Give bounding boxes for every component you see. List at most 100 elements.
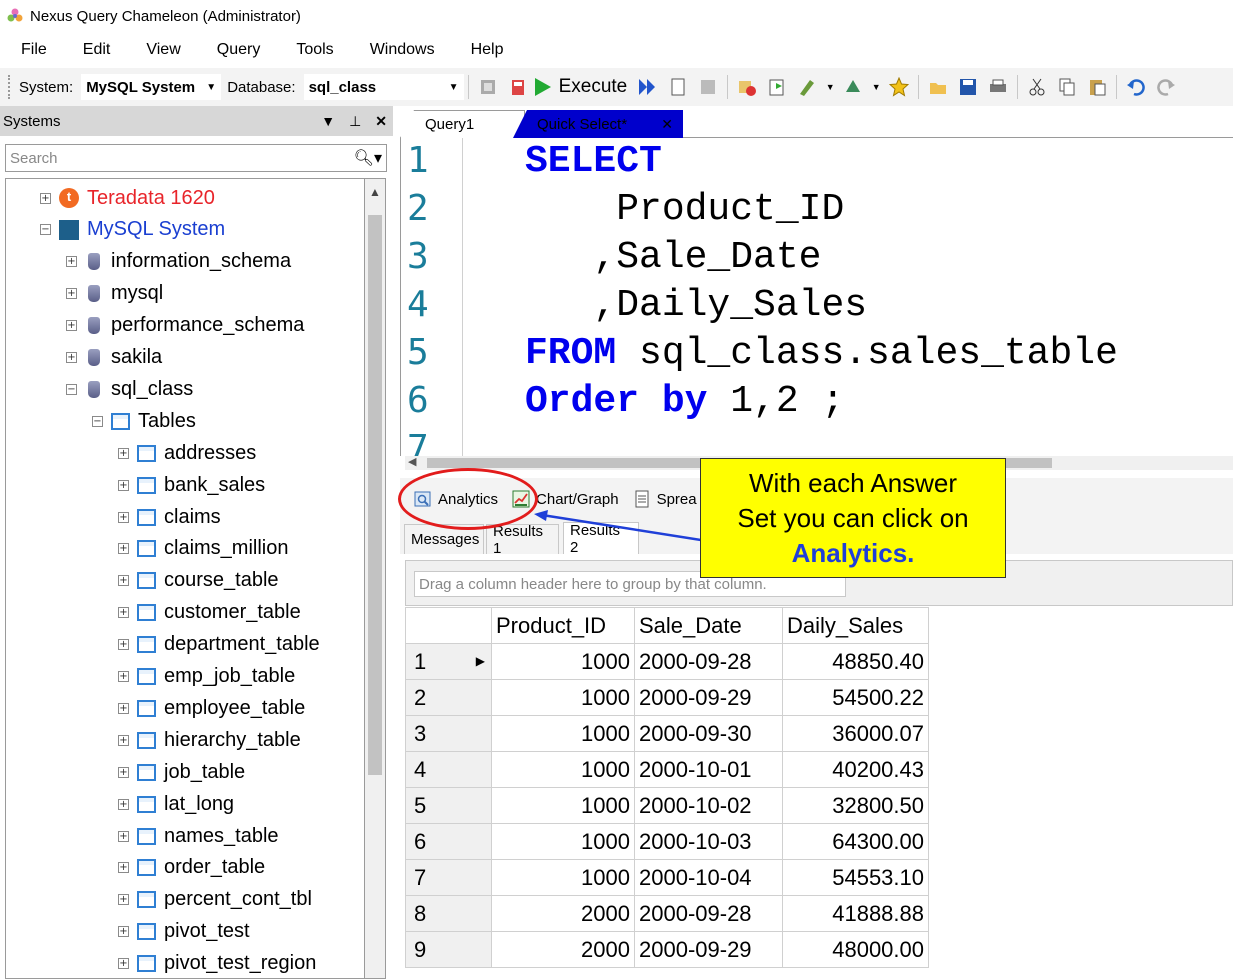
cell-product-id[interactable]: 2000 <box>491 931 635 968</box>
close-icon[interactable]: ✕ <box>375 113 387 130</box>
cell-product-id[interactable]: 1000 <box>491 751 635 788</box>
systems-search-input[interactable]: Search 🔍︎▾ <box>5 144 387 172</box>
cell-sale-date[interactable]: 2000-09-28 <box>634 895 783 932</box>
cell-sale-date[interactable]: 2000-09-29 <box>634 931 783 968</box>
tree-item[interactable]: + order_table <box>118 853 265 883</box>
menu-edit[interactable]: Edit <box>83 41 111 59</box>
cell-sale-date[interactable]: 2000-09-29 <box>634 679 783 716</box>
expand-icon[interactable]: + <box>118 607 129 619</box>
cell-sale-date[interactable]: 2000-10-03 <box>634 823 783 860</box>
expand-icon[interactable]: + <box>118 511 129 523</box>
sql-editor[interactable]: 1 2 3 4 5 6 7 SELECT Product_ID ,Sale_Da… <box>400 138 1233 456</box>
cell-daily-sales[interactable]: 36000.07 <box>782 715 929 752</box>
cut-icon[interactable] <box>1026 76 1048 98</box>
cell-daily-sales[interactable]: 48000.00 <box>782 931 929 968</box>
expand-icon[interactable]: + <box>66 352 77 363</box>
table-row[interactable]: 7 1000 2000-10-04 54553.10 <box>405 859 929 896</box>
tree-item[interactable]: − sql_class <box>66 374 193 404</box>
cell-daily-sales[interactable]: 41888.88 <box>782 895 929 932</box>
expand-icon[interactable]: + <box>118 543 129 555</box>
redo-icon[interactable] <box>1155 76 1177 98</box>
expand-icon[interactable]: + <box>66 256 77 268</box>
cell-daily-sales[interactable]: 40200.43 <box>782 751 929 788</box>
cell-product-id[interactable]: 1000 <box>491 787 635 824</box>
expand-icon[interactable]: + <box>118 479 129 491</box>
cell-product-id[interactable]: 1000 <box>491 859 635 896</box>
print-icon[interactable] <box>987 76 1009 98</box>
cell-product-id[interactable]: 1000 <box>491 643 635 680</box>
tree-item[interactable]: + percent_cont_tbl <box>118 885 312 915</box>
tree-item[interactable]: + lat_long <box>118 789 234 819</box>
expand-icon[interactable]: + <box>118 639 129 651</box>
cell-daily-sales[interactable]: 54553.10 <box>782 859 929 896</box>
tree-item[interactable]: + pivot_test_region <box>118 949 316 978</box>
cell-daily-sales[interactable]: 54500.22 <box>782 679 929 716</box>
copy-icon[interactable] <box>1056 76 1078 98</box>
menu-view[interactable]: View <box>146 41 180 59</box>
table-row[interactable]: 5 1000 2000-10-02 32800.50 <box>405 787 929 824</box>
expand-icon[interactable]: + <box>40 192 51 204</box>
favorites-star-icon[interactable] <box>888 76 910 98</box>
expand-icon[interactable]: + <box>118 926 129 938</box>
cell-sale-date[interactable]: 2000-10-01 <box>634 751 783 788</box>
tree-scrollbar[interactable]: ▲ <box>364 178 386 979</box>
undo-icon[interactable] <box>1125 76 1147 98</box>
menu-help[interactable]: Help <box>471 41 504 59</box>
cell-sale-date[interactable]: 2000-09-28 <box>634 643 783 680</box>
execute-all-icon[interactable] <box>637 76 659 98</box>
tree-item[interactable]: + information_schema <box>66 247 291 277</box>
tree-item[interactable]: + claims <box>118 502 221 532</box>
highlighter-icon[interactable] <box>796 76 818 98</box>
tree-item[interactable]: + hierarchy_table <box>118 725 301 755</box>
table-row[interactable]: 8 2000 2000-09-28 41888.88 <box>405 895 929 932</box>
cell-product-id[interactable]: 1000 <box>491 715 635 752</box>
expand-icon[interactable]: + <box>66 288 77 300</box>
menu-tools[interactable]: Tools <box>296 41 333 59</box>
export-icon[interactable] <box>766 76 788 98</box>
expand-icon[interactable]: + <box>118 958 129 970</box>
panel-menu-icon[interactable]: ▼ <box>321 113 335 130</box>
tab-query1[interactable]: Query1 <box>400 110 525 138</box>
tree-item[interactable]: − MySQL System <box>40 215 225 245</box>
tree-item[interactable]: + t Teradata 1620 <box>40 183 215 213</box>
tree-item[interactable]: + performance_schema <box>66 311 304 341</box>
expand-icon[interactable]: + <box>118 830 129 842</box>
table-add-icon[interactable] <box>736 76 758 98</box>
column-header-sale-date[interactable]: Sale_Date <box>634 607 783 644</box>
new-document-icon[interactable] <box>667 76 689 98</box>
pin-icon[interactable]: ⊥ <box>349 113 361 130</box>
column-header-product-id[interactable]: Product_ID <box>491 607 635 644</box>
tree-item[interactable]: + claims_million <box>118 534 288 564</box>
tree-item[interactable]: + customer_table <box>118 598 301 628</box>
expand-icon[interactable]: + <box>118 766 129 778</box>
table-row[interactable]: 2 1000 2000-09-29 54500.22 <box>405 679 929 716</box>
execute-button[interactable]: Execute <box>533 76 627 98</box>
dropdown-arrow-icon[interactable]: ▼ <box>826 76 835 98</box>
menu-query[interactable]: Query <box>217 41 261 59</box>
tree-item[interactable]: + addresses <box>118 438 256 468</box>
expand-icon[interactable]: + <box>118 734 129 746</box>
scroll-up-icon[interactable]: ▲ <box>369 185 381 199</box>
column-header-daily-sales[interactable]: Daily_Sales <box>782 607 929 644</box>
expand-icon[interactable]: + <box>118 702 129 714</box>
scrollbar-thumb[interactable] <box>368 215 382 775</box>
close-icon[interactable]: ✕ <box>661 116 673 133</box>
collapse-icon[interactable]: − <box>40 224 51 236</box>
expand-icon[interactable]: + <box>66 320 77 332</box>
tree-item[interactable]: + course_table <box>118 566 279 596</box>
table-row[interactable]: 3 1000 2000-09-30 36000.07 <box>405 715 929 752</box>
tree-item[interactable]: + bank_sales <box>118 470 265 500</box>
search-icon[interactable]: 🔍︎▾ <box>354 148 382 168</box>
expand-icon[interactable]: + <box>118 894 129 906</box>
save-icon[interactable] <box>957 76 979 98</box>
expand-icon[interactable]: + <box>118 862 129 874</box>
dropdown-arrow-icon[interactable]: ▼ <box>872 76 881 98</box>
menu-windows[interactable]: Windows <box>370 41 435 59</box>
collapse-icon[interactable]: − <box>92 415 103 427</box>
menu-file[interactable]: File <box>21 41 47 59</box>
disconnect-icon[interactable] <box>507 76 529 98</box>
tools-icon[interactable] <box>842 76 864 98</box>
tree-item[interactable]: + pivot_test <box>118 917 250 947</box>
table-row[interactable]: 1 ▶ 1000 2000-09-28 48850.40 <box>405 643 929 680</box>
table-row[interactable]: 6 1000 2000-10-03 64300.00 <box>405 823 929 860</box>
